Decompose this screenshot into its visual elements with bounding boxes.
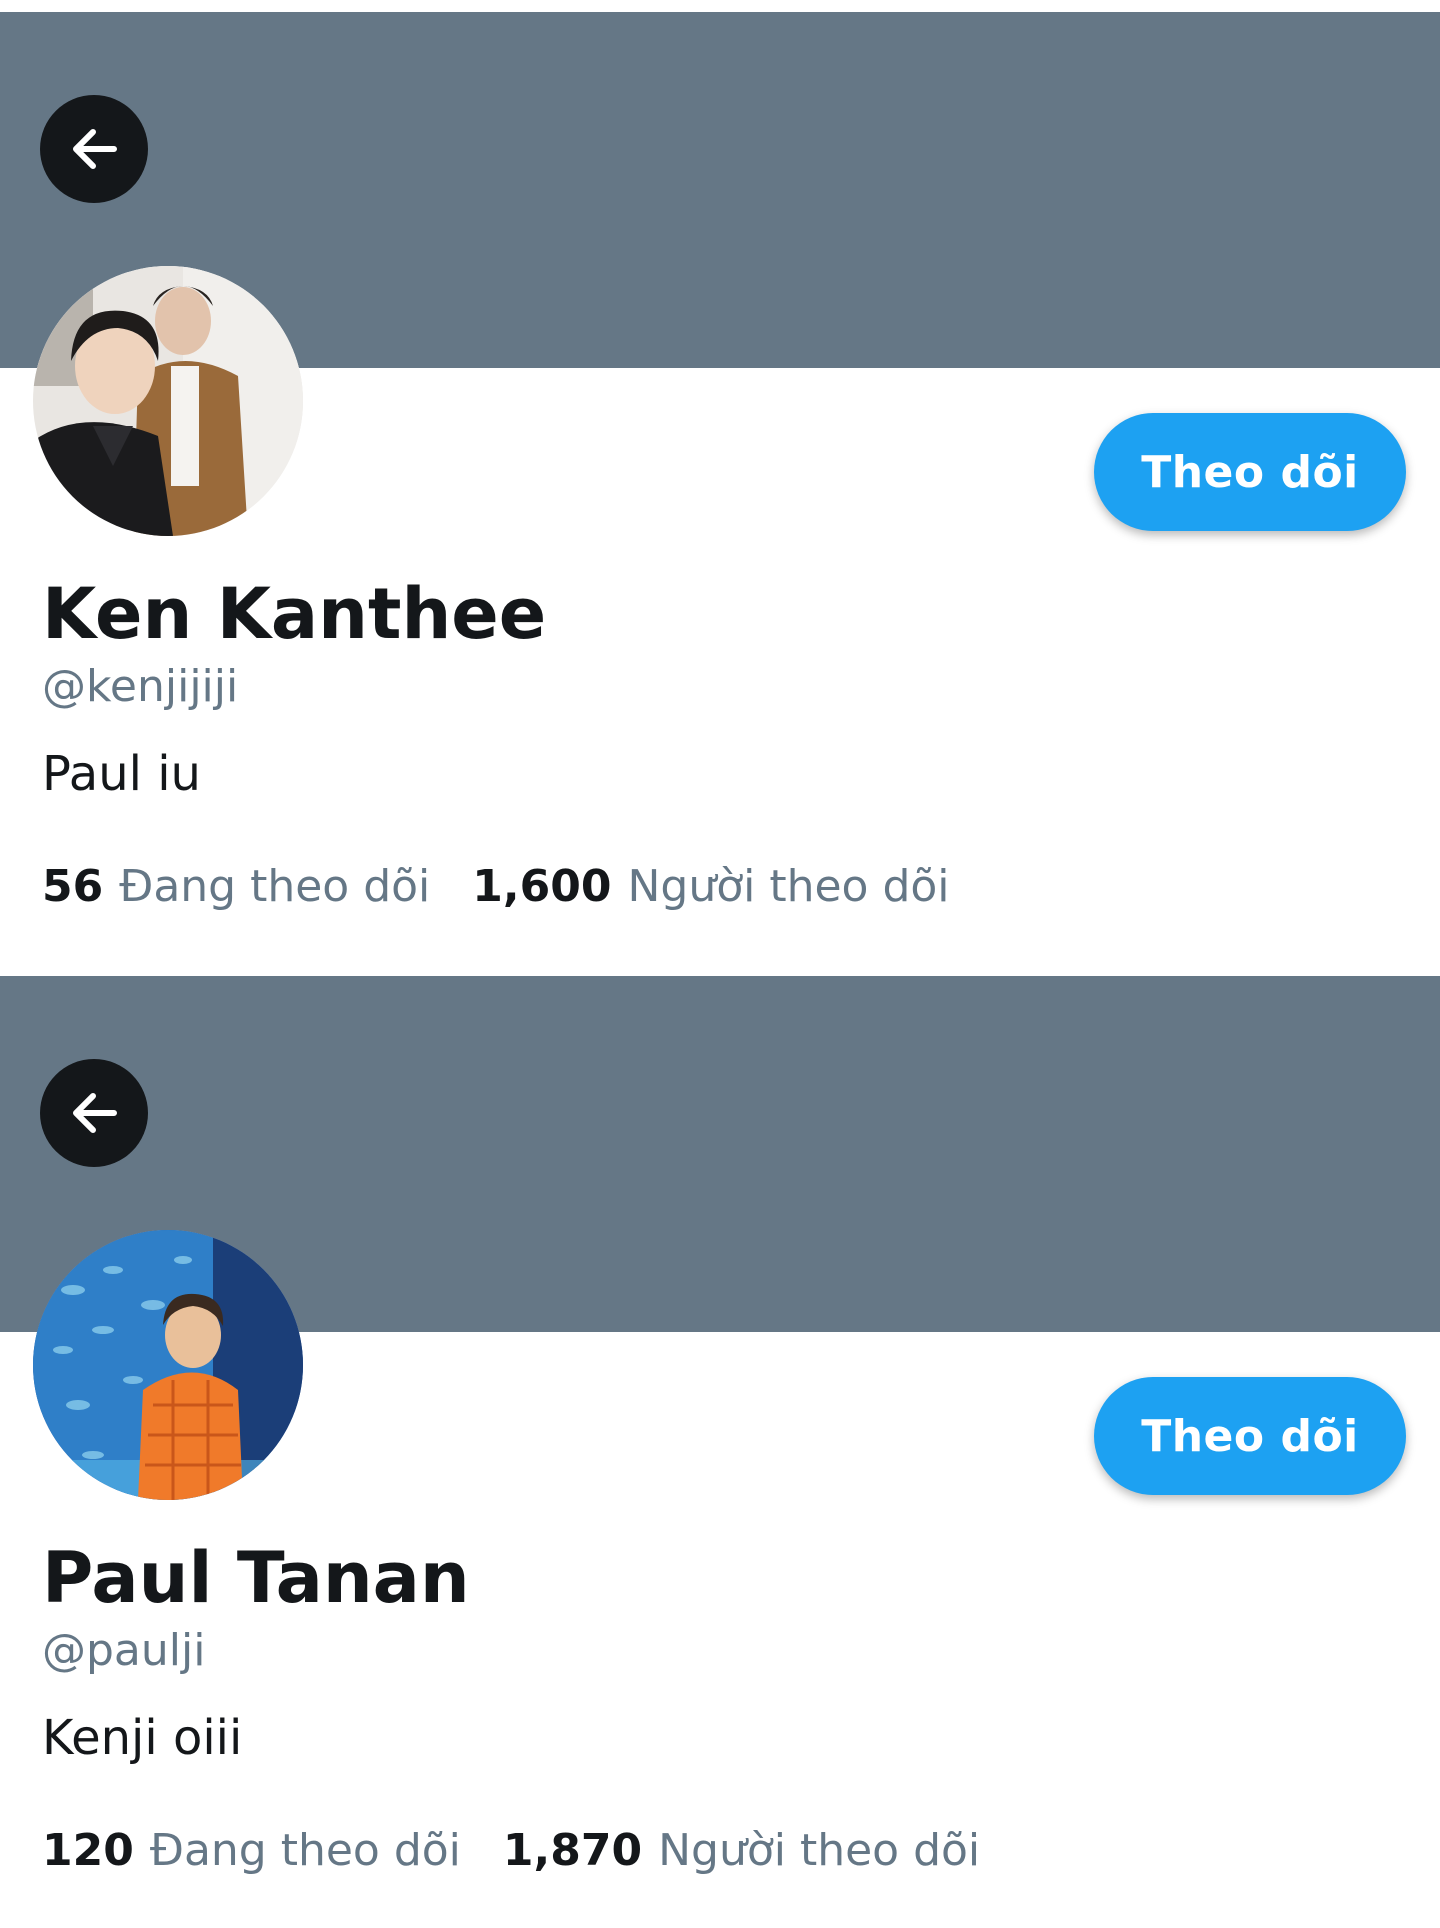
followers-count: 1,870 [502, 1825, 643, 1876]
followers-label: Người theo dõi [627, 861, 950, 912]
bio-text: Kenji oiii [42, 1710, 243, 1766]
profile-card: Theo dõi Paul Tanan @paulji Kenji oiii 1… [0, 964, 1440, 1928]
username-handle: @kenjijiji [42, 661, 239, 712]
bio-text: Paul iu [42, 746, 201, 802]
following-label: Đang theo dõi [149, 1825, 461, 1876]
avatar[interactable] [33, 266, 303, 536]
display-name: Paul Tanan [42, 1537, 470, 1619]
arrow-left-icon [64, 1083, 124, 1143]
followers-stat[interactable]: 1,600 Người theo dõi [472, 860, 949, 914]
profile-card: Theo dõi Ken Kanthee @kenjijiji Paul iu … [0, 0, 1440, 964]
followers-label: Người theo dõi [658, 1825, 981, 1876]
following-stat[interactable]: 120 Đang theo dõi [42, 1824, 461, 1878]
back-button[interactable] [40, 1059, 148, 1167]
arrow-left-icon [64, 119, 124, 179]
avatar[interactable] [33, 1230, 303, 1500]
display-name: Ken Kanthee [42, 573, 547, 655]
following-stat[interactable]: 56 Đang theo dõi [42, 860, 430, 914]
following-count: 120 [42, 1825, 134, 1876]
follow-stats: 120 Đang theo dõi 1,870 Người theo dõi [42, 1824, 1022, 1878]
username-handle: @paulji [42, 1625, 206, 1676]
following-count: 56 [42, 861, 104, 912]
follow-button[interactable]: Theo dõi [1094, 413, 1406, 531]
follow-button[interactable]: Theo dõi [1094, 1377, 1406, 1495]
avatar-photo [33, 266, 303, 536]
followers-stat[interactable]: 1,870 Người theo dõi [503, 1824, 980, 1878]
follow-stats: 56 Đang theo dõi 1,600 Người theo dõi [42, 860, 992, 914]
avatar-photo [33, 1230, 303, 1500]
back-button[interactable] [40, 95, 148, 203]
following-label: Đang theo dõi [119, 861, 431, 912]
followers-count: 1,600 [472, 861, 612, 912]
